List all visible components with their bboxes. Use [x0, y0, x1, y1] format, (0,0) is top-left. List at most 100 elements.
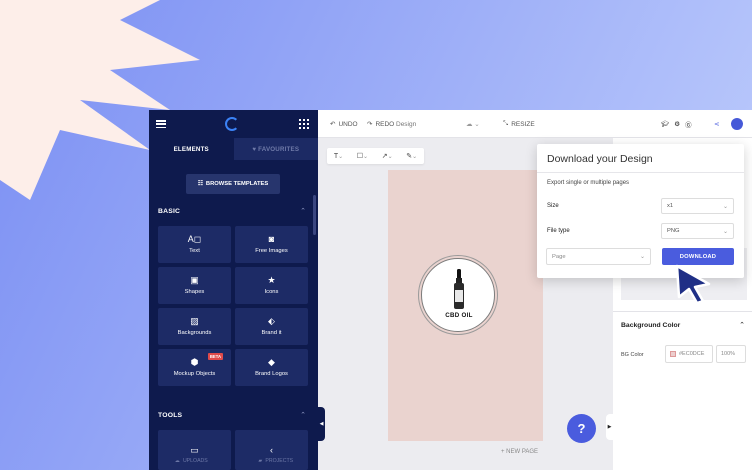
background-color-heading: Background Color — [621, 322, 681, 329]
tile-shapes[interactable]: ▣ Shapes — [158, 267, 231, 304]
tab-favourites-label: FAVOURITES — [258, 145, 300, 153]
sidebar-header — [149, 110, 318, 138]
uploads-tab[interactable]: ☁ UPLOADS — [149, 452, 234, 470]
dialog-title: Download your Design — [547, 153, 653, 165]
undo-label: UNDO — [338, 120, 358, 128]
tile-label: Text — [189, 248, 200, 254]
browse-templates-label: BROWSE TEMPLATES — [205, 181, 269, 187]
text-icon: A◻ — [187, 234, 202, 244]
arrow-tool-icon[interactable]: ↗⌄ — [382, 152, 393, 160]
shape-tool-icon[interactable]: ☐⌄ — [357, 152, 368, 160]
page-select[interactable]: Page ⌄ — [546, 248, 651, 265]
canvas-tool-row: T⌄ ☐⌄ ↗⌄ ✎⌄ — [327, 148, 424, 164]
size-label: Size — [547, 203, 559, 209]
download-dialog: Download your Design Export single or mu… — [537, 144, 744, 278]
file-type-label: File type — [547, 228, 570, 234]
avatar[interactable] — [731, 118, 743, 130]
tile-label: Free Images — [255, 248, 288, 254]
pen-tool-icon[interactable]: ✎⌄ — [406, 152, 417, 160]
size-value: x1 — [667, 203, 674, 209]
mouse-cursor-icon — [675, 264, 711, 305]
bg-color-label: BG Color — [621, 352, 644, 358]
tile-backgrounds[interactable]: ▨ Backgrounds — [158, 308, 231, 345]
collapse-sidebar-handle[interactable]: ◀ — [318, 407, 325, 441]
file-type-value: PNG — [667, 228, 680, 234]
sidebar-tabs: ELEMENTS ♥ FAVOURITES — [149, 138, 318, 160]
chevron-down-icon: ⌄ — [639, 254, 645, 260]
chevron-up-icon[interactable]: ⌃ — [300, 207, 306, 215]
page-placeholder: Page — [552, 253, 566, 260]
bg-color-value: #EC0DCE — [679, 351, 705, 357]
design-name-field[interactable]: Design — [396, 110, 416, 138]
section-tools-heading: TOOLS — [158, 412, 183, 419]
chevron-up-icon[interactable]: ⌃ — [300, 411, 306, 419]
tile-label: Brand it — [261, 330, 282, 336]
apps-grid-icon[interactable] — [298, 118, 309, 130]
projects-tab[interactable]: ▰ PROJECTS — [234, 452, 319, 470]
redo-icon: ↷ — [367, 121, 373, 128]
bottle-icon — [454, 269, 464, 309]
design-canvas[interactable]: CBD OIL — [388, 170, 543, 441]
undo-icon: ↶ — [330, 121, 336, 128]
dialog-subtitle: Export single or multiple pages — [547, 180, 630, 186]
color-swatch[interactable] — [670, 351, 676, 357]
camera-icon: ◙ — [268, 234, 275, 244]
tile-label: Backgrounds — [177, 330, 212, 336]
divider — [537, 172, 744, 173]
stripes-icon: ▨ — [190, 316, 199, 326]
tile-brand-logos[interactable]: ◆ Brand Logos — [235, 349, 308, 386]
tile-label: Mockup Objects — [173, 371, 216, 377]
help-button[interactable]: ? — [567, 414, 596, 443]
new-page-button[interactable]: + NEW PAGE — [501, 449, 538, 455]
design-name: Design — [396, 120, 417, 128]
grammarly-icon[interactable]: Ⓖ — [685, 119, 692, 129]
templates-icon: ☷ — [197, 181, 203, 187]
redo-button[interactable]: ↷ REDO — [367, 110, 394, 138]
cube-icon: ⬢ — [190, 357, 199, 367]
cloud-save-icon: ☁ ⌄ — [466, 121, 480, 128]
beta-badge: BETA — [207, 353, 223, 360]
chevron-up-icon[interactable]: ⌃ — [739, 321, 745, 329]
tile-icons[interactable]: ★ Icons — [235, 267, 308, 304]
sidebar-footer: ☁ UPLOADS ▰ PROJECTS — [149, 452, 318, 470]
tag-icon: ⬖ — [268, 316, 275, 326]
tile-text[interactable]: A◻ Text — [158, 226, 231, 263]
product-badge[interactable]: CBD OIL — [421, 258, 495, 332]
chevron-down-icon: ⌄ — [722, 228, 728, 235]
text-tool-icon[interactable]: T⌄ — [334, 153, 343, 160]
projects-label: PROJECTS — [265, 458, 294, 464]
redo-label: REDO — [375, 120, 395, 128]
folder-icon: ▰ — [258, 458, 263, 464]
resize-button[interactable]: ⤡ RESIZE — [503, 110, 535, 138]
top-toolbar: ↶ UNDO ↷ REDO Design ☁ ⌄ ⤡ RESIZE 🎓︎ ⚙ Ⓖ ⋖ — [318, 110, 752, 138]
divider — [613, 311, 752, 312]
browse-templates-button[interactable]: ☷ BROWSE TEMPLATES — [186, 174, 280, 194]
tab-elements[interactable]: ELEMENTS — [149, 138, 234, 160]
file-type-select[interactable]: PNG ⌄ — [661, 223, 734, 239]
tile-mockup-objects[interactable]: BETA ⬢ Mockup Objects — [158, 349, 231, 386]
resize-label: RESIZE — [511, 120, 535, 128]
undo-button[interactable]: ↶ UNDO — [330, 110, 358, 138]
sidebar: ELEMENTS ♥ FAVOURITES ☷ BROWSE TEMPLATES… — [149, 110, 318, 470]
share-icon[interactable]: ⋖ — [714, 110, 719, 138]
product-label: CBD OIL — [445, 312, 473, 319]
graduation-cap-icon[interactable]: 🎓︎ — [661, 120, 669, 128]
chevron-down-icon: ⌄ — [722, 203, 728, 210]
tile-free-images[interactable]: ◙ Free Images — [235, 226, 308, 263]
collapse-panel-handle[interactable]: ▶ — [606, 414, 613, 440]
sidebar-scrollbar[interactable] — [313, 195, 316, 235]
tile-label: Icons — [264, 289, 279, 295]
topbar-icons: 🎓︎ ⚙ Ⓖ — [661, 110, 692, 138]
bg-opacity-field[interactable]: 100% — [716, 345, 746, 363]
bg-color-field[interactable]: #EC0DCE — [665, 345, 713, 363]
star-icon: ★ — [267, 275, 276, 285]
tile-label: Shapes — [184, 289, 205, 295]
tab-favourites[interactable]: ♥ FAVOURITES — [233, 138, 318, 160]
diamond-icon: ◆ — [268, 357, 275, 367]
size-select[interactable]: x1 ⌄ — [661, 198, 734, 214]
menu-icon[interactable] — [156, 120, 166, 128]
resize-icon: ⤡ — [503, 120, 509, 127]
tile-brand-it[interactable]: ⬖ Brand it — [235, 308, 308, 345]
settings-icon[interactable]: ⚙ — [674, 120, 680, 128]
cloud-icon: ☁ — [174, 458, 180, 464]
